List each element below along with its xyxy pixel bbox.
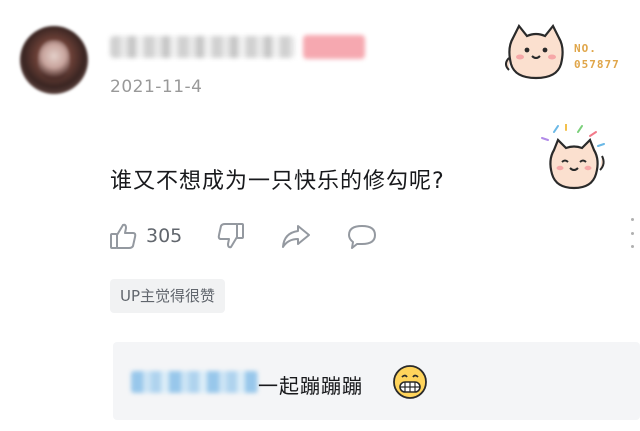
user-level-badge-blurred — [303, 35, 365, 59]
happy-cat-sticker-icon — [540, 123, 608, 196]
like-count: 305 — [146, 225, 183, 247]
more-dot — [630, 245, 634, 248]
username-blurred[interactable] — [110, 36, 295, 58]
more-dot — [630, 231, 634, 235]
more-icon[interactable] — [626, 218, 638, 248]
comment-action-bar: 305 — [108, 218, 378, 254]
cat-sticker-icon — [505, 23, 567, 84]
share-icon — [280, 221, 312, 251]
dislike-button[interactable] — [216, 221, 246, 251]
comment-text: 谁又不想成为一只快乐的修勾呢? — [110, 169, 445, 194]
fan-number-prefix: NO. — [574, 42, 597, 55]
thumbs-up-icon — [108, 221, 138, 251]
comment-date: 2021-11-4 — [110, 77, 203, 97]
avatar[interactable] — [20, 26, 88, 94]
grin-emoji-icon — [392, 364, 428, 404]
reply-text: 一起蹦蹦蹦 — [258, 374, 363, 398]
reply-username-blurred[interactable] — [131, 371, 258, 393]
share-button[interactable] — [280, 221, 312, 251]
fan-number-value: 057877 — [574, 58, 620, 71]
fan-number-badge: NO. 057877 — [574, 41, 620, 73]
thumbs-down-icon — [216, 221, 246, 251]
more-dot — [630, 218, 634, 221]
reply-bubble-icon — [346, 221, 378, 251]
up-liked-tag: UP主觉得很赞 — [110, 279, 226, 313]
like-button[interactable]: 305 — [108, 221, 182, 251]
reply-button[interactable] — [346, 221, 378, 251]
